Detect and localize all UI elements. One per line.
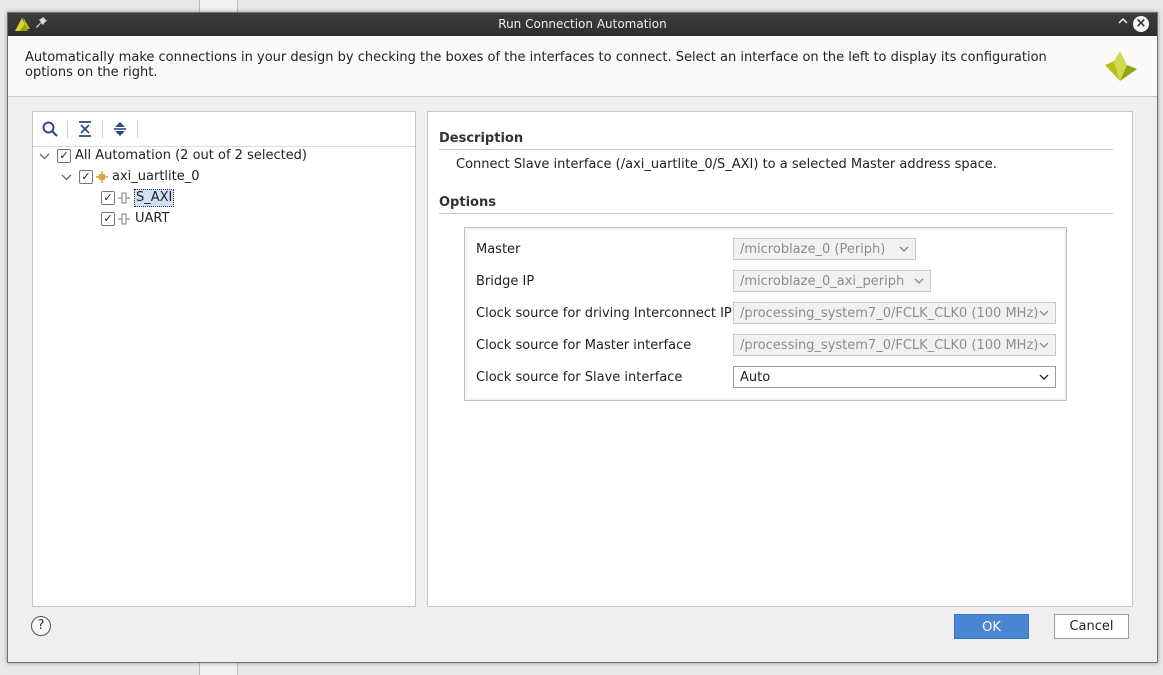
master-select[interactable]: /microblaze_0 (Periph) [733, 238, 916, 260]
title-bar[interactable]: Run Connection Automation × [8, 13, 1157, 36]
option-label-slave-clock: Clock source for Slave interface [476, 370, 683, 385]
chevron-down-icon [914, 271, 924, 300]
option-label-bridge-ip: Bridge IP [476, 274, 535, 289]
description-heading: Description [439, 131, 524, 146]
tree-label-uart: UART [135, 211, 170, 226]
options-divider [439, 213, 1113, 214]
toolbar-separator [67, 120, 68, 138]
collapse-all-icon[interactable] [76, 120, 94, 138]
tree-row-uart[interactable]: ✓ UART [33, 209, 413, 229]
tree-label-ip: axi_uartlite_0 [112, 169, 200, 184]
help-button[interactable]: ? [31, 616, 51, 636]
collapse-window-icon[interactable] [1115, 15, 1131, 30]
chevron-down-icon [899, 239, 909, 268]
configuration-panel: Description Connect Slave interface (/ax… [427, 111, 1133, 607]
options-group: Master /microblaze_0 (Periph) Bridge IP … [464, 227, 1067, 401]
tree-row-s-axi[interactable]: ✓ S_AXI [33, 188, 413, 208]
close-icon[interactable]: × [1133, 16, 1149, 32]
ip-block-icon [96, 171, 108, 183]
instructions-text: Automatically make connections in your d… [25, 50, 1047, 80]
tree-row-ip[interactable]: ✓ axi_uartlite_0 [33, 167, 413, 187]
option-label-master: Master [476, 242, 521, 257]
chevron-down-icon [1039, 303, 1049, 332]
bridge-ip-select[interactable]: /microblaze_0_axi_periph [733, 270, 931, 292]
interface-port-icon [118, 213, 130, 225]
slave-clock-select[interactable]: Auto [733, 366, 1056, 388]
master-clock-select[interactable]: /processing_system7_0/FCLK_CLK0 (100 MHz… [733, 334, 1056, 356]
instructions-banner: Automatically make connections in your d… [8, 36, 1157, 97]
run-connection-automation-dialog: Run Connection Automation × Automaticall… [7, 12, 1158, 663]
checkbox-s-axi[interactable]: ✓ [101, 191, 115, 205]
options-heading: Options [439, 195, 496, 210]
tree-row-all-automation[interactable]: ✓ All Automation (2 out of 2 selected) [33, 146, 413, 166]
toolbar-separator [102, 120, 103, 138]
ok-button[interactable]: OK [954, 614, 1029, 639]
option-label-master-clock: Clock source for Master interface [476, 338, 692, 353]
tree-label-all-automation: All Automation (2 out of 2 selected) [75, 148, 308, 163]
vivado-logo-icon [1105, 51, 1137, 81]
checkbox-all-automation[interactable]: ✓ [57, 149, 71, 163]
chevron-down-icon [1039, 367, 1049, 396]
checkbox-uart[interactable]: ✓ [101, 212, 115, 226]
description-divider [439, 149, 1113, 150]
description-text: Connect Slave interface (/axi_uartlite_0… [456, 157, 997, 172]
checkbox-ip[interactable]: ✓ [79, 170, 93, 184]
search-icon[interactable] [41, 120, 59, 138]
tree-label-s-axi: S_AXI [134, 189, 175, 207]
interface-tree-panel: ✓ All Automation (2 out of 2 selected) ✓… [32, 111, 416, 607]
expand-all-icon[interactable] [111, 120, 129, 138]
window-title: Run Connection Automation [498, 17, 667, 31]
option-label-interconnect-clock: Clock source for driving Interconnect IP [476, 306, 732, 321]
toolbar-separator [137, 120, 138, 138]
interface-port-icon [118, 192, 130, 204]
tree-toolbar [33, 112, 415, 147]
cancel-button[interactable]: Cancel [1054, 614, 1129, 639]
interconnect-clock-select[interactable]: /processing_system7_0/FCLK_CLK0 (100 MHz… [733, 302, 1056, 324]
chevron-down-icon [1039, 335, 1049, 364]
